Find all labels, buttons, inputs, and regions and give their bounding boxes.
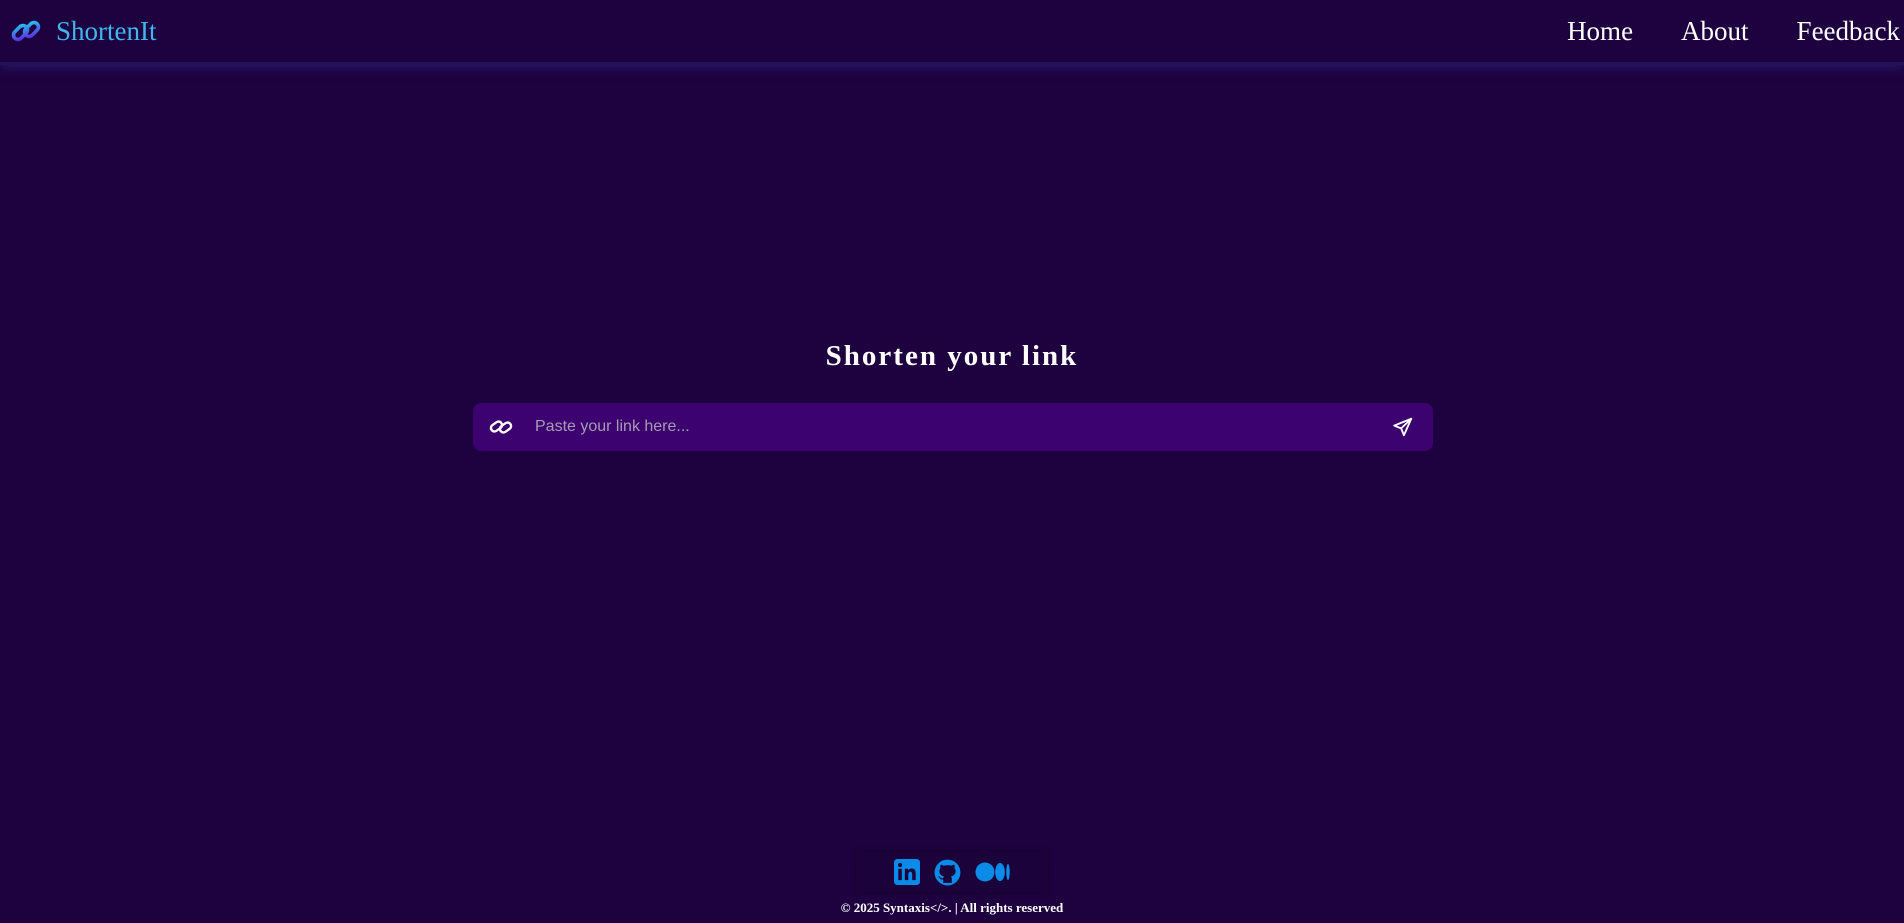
- nav-links: Home About Feedback: [1567, 14, 1900, 48]
- url-input[interactable]: [525, 403, 1377, 451]
- nav-link-about[interactable]: About: [1681, 14, 1749, 48]
- brand-name: ShortenIt: [56, 16, 157, 46]
- medium-icon: [975, 862, 1010, 882]
- social-links: [856, 852, 1048, 892]
- nav-link-home[interactable]: Home: [1567, 14, 1633, 48]
- nav-link-feedback[interactable]: Feedback: [1797, 14, 1900, 48]
- linkedin-link[interactable]: [893, 859, 920, 885]
- linkedin-icon: [893, 859, 920, 885]
- navbar: ShortenIt Home About Feedback: [0, 0, 1904, 65]
- link-icon: [11, 20, 41, 42]
- link-icon: [477, 403, 525, 451]
- medium-link[interactable]: [975, 861, 1011, 883]
- brand-logo-link[interactable]: ShortenIt: [10, 14, 157, 48]
- page-title: Shorten your link: [825, 340, 1079, 372]
- send-button[interactable]: [1377, 403, 1429, 451]
- github-link[interactable]: [934, 859, 961, 886]
- url-input-bar: [473, 403, 1433, 451]
- send-icon: [1393, 417, 1413, 437]
- github-icon: [934, 859, 960, 885]
- copyright-text: © 2025 Syntaxis</>. | All rights reserve…: [840, 900, 1064, 915]
